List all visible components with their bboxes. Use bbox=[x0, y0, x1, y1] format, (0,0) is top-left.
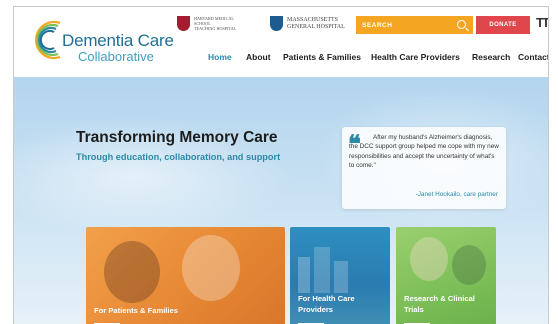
mgh-affiliation-text: Massachusetts General Hospital bbox=[287, 17, 345, 30]
nav-contact[interactable]: Contact bbox=[518, 52, 548, 62]
tile-health-care-providers-label: For Health Care Providers bbox=[298, 294, 355, 314]
photo-building-shape bbox=[334, 261, 348, 293]
nav-home[interactable]: Home bbox=[208, 52, 232, 62]
tile-patients-families[interactable]: For Patients & Families bbox=[86, 227, 285, 324]
nav-health-care-providers[interactable]: Health Care Providers bbox=[371, 52, 460, 62]
search-bar bbox=[356, 16, 473, 34]
tile-research-clinical-trials[interactable]: Research & Clinical Trials bbox=[396, 227, 496, 324]
tile-health-care-providers[interactable]: For Health Care Providers bbox=[290, 227, 390, 324]
testimonial-author: -Janet Hookailo, care partner bbox=[415, 191, 498, 198]
browser-viewport: Dementia Care Collaborative Harvard Medi… bbox=[13, 6, 549, 324]
photo-building-shape bbox=[298, 257, 310, 293]
site-header: Dementia Care Collaborative Harvard Medi… bbox=[14, 7, 548, 77]
photo-person-silhouette bbox=[182, 235, 240, 301]
main-nav: Home About Patients & Families Health Ca… bbox=[14, 52, 548, 70]
photo-person-silhouette bbox=[452, 245, 486, 285]
search-icon[interactable] bbox=[457, 20, 466, 29]
hero-section: Transforming Memory Care Through educati… bbox=[14, 77, 548, 324]
testimonial-card: ❝ After my husband's Alzheimer's diagnos… bbox=[342, 127, 506, 209]
testimonial-quote: After my husband's Alzheimer's diagnosis… bbox=[349, 134, 499, 170]
nav-research[interactable]: Research bbox=[472, 52, 510, 62]
text-size-icon[interactable]: TT bbox=[536, 15, 548, 30]
hero-subtitle: Through education, collaboration, and su… bbox=[76, 152, 281, 162]
photo-person-silhouette bbox=[410, 237, 448, 281]
hero-title: Transforming Memory Care bbox=[76, 129, 278, 146]
harvard-affiliation[interactable]: Harvard Medical School Teaching Hospital bbox=[177, 16, 250, 31]
photo-person-silhouette bbox=[104, 241, 160, 303]
logo-name: Dementia Care bbox=[62, 31, 174, 50]
search-input[interactable] bbox=[362, 21, 452, 29]
tile-research-clinical-trials-label: Research & Clinical Trials bbox=[404, 294, 475, 314]
nav-about[interactable]: About bbox=[246, 52, 271, 62]
photo-building-shape bbox=[314, 247, 330, 293]
mgh-shield-icon bbox=[270, 16, 283, 31]
tile-patients-families-label: For Patients & Families bbox=[94, 306, 178, 315]
donate-button[interactable]: DONATE bbox=[476, 16, 530, 34]
harvard-affiliation-text: Harvard Medical School Teaching Hospital bbox=[194, 16, 237, 31]
mgh-affiliation[interactable]: Massachusetts General Hospital bbox=[270, 16, 359, 31]
nav-patients-families[interactable]: Patients & Families bbox=[283, 52, 361, 62]
harvard-shield-icon bbox=[177, 16, 190, 31]
